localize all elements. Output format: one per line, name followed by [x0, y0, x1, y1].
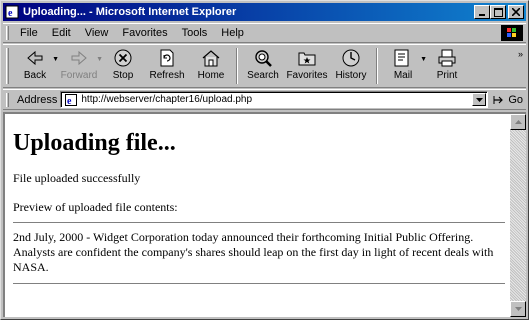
address-url: http://webserver/chapter16/upload.php — [81, 94, 253, 105]
go-label: Go — [508, 93, 524, 106]
menu-tools[interactable]: Tools — [175, 27, 215, 39]
print-button[interactable]: Print — [425, 45, 469, 87]
menu-edit[interactable]: Edit — [45, 27, 78, 39]
menu-file[interactable]: File — [13, 27, 45, 39]
close-button[interactable] — [508, 5, 524, 19]
upload-status: File uploaded successfully — [13, 171, 141, 185]
menu-bar: File Edit View Favorites Tools Help — [3, 23, 526, 43]
favorites-button[interactable]: Favorites — [285, 45, 329, 87]
maximize-icon — [493, 7, 503, 17]
minimize-icon — [479, 14, 485, 16]
address-input[interactable]: e http://webserver/chapter16/upload.php — [60, 91, 489, 108]
refresh-icon — [160, 49, 174, 67]
window-title: Uploading... - Microsoft Internet Explor… — [23, 6, 237, 18]
mail-label: Mail — [393, 70, 413, 81]
forward-label: Forward — [60, 70, 98, 81]
search-button[interactable]: Search — [241, 45, 285, 87]
address-dropdown-button[interactable] — [472, 93, 487, 106]
menu-favorites[interactable]: Favorites — [115, 27, 174, 39]
toolbar-separator — [236, 48, 238, 84]
scroll-track[interactable] — [510, 130, 526, 301]
favorites-label: Favorites — [286, 70, 328, 81]
home-label: Home — [197, 70, 225, 81]
ie-page-icon: e — [5, 5, 19, 19]
standard-toolbar: Back ▼ Forward ▼ Stop Refresh Home Searc… — [3, 44, 526, 88]
home-button[interactable]: Home — [189, 45, 233, 87]
page-heading: Uploading file... — [13, 130, 176, 156]
mail-button[interactable]: Mail ▼ — [381, 45, 427, 87]
vertical-scrollbar[interactable] — [510, 112, 526, 317]
toolbar-separator — [376, 48, 378, 84]
divider-top — [13, 222, 505, 224]
svg-text:e: e — [67, 96, 72, 107]
close-icon — [512, 8, 520, 16]
maximize-button[interactable] — [490, 5, 506, 19]
preview-label: Preview of uploaded file contents: — [13, 200, 178, 214]
forward-button[interactable]: Forward ▼ — [57, 45, 103, 87]
search-label: Search — [247, 70, 279, 81]
toolbar-more-chevron[interactable]: » — [518, 49, 523, 59]
menu-help[interactable]: Help — [214, 27, 251, 39]
stop-icon — [114, 49, 132, 67]
windows-logo-icon — [501, 25, 523, 41]
address-label: Address — [17, 93, 58, 106]
print-icon — [438, 49, 456, 67]
mail-icon — [394, 49, 409, 67]
scroll-up-button[interactable] — [510, 114, 526, 130]
chevron-down-icon — [475, 97, 483, 102]
go-button[interactable]: Go — [492, 94, 523, 106]
page-content[interactable]: Uploading file... File uploaded successf… — [3, 112, 513, 317]
scroll-down-button[interactable] — [510, 301, 526, 317]
back-label: Back — [23, 70, 47, 81]
refresh-button[interactable]: Refresh — [145, 45, 189, 87]
scroll-up-icon — [514, 120, 522, 124]
favorites-icon — [298, 52, 316, 66]
refresh-label: Refresh — [149, 70, 185, 81]
history-button[interactable]: History — [329, 45, 373, 87]
toolbar-grip[interactable] — [6, 48, 9, 84]
divider-bottom — [13, 283, 505, 285]
print-label: Print — [436, 70, 458, 81]
menu-grip[interactable] — [6, 26, 9, 40]
back-button[interactable]: Back ▼ — [13, 45, 59, 87]
address-bar: Address e http://webserver/chapter16/upl… — [3, 89, 526, 110]
browser-window: e Uploading... - Microsoft Internet Expl… — [0, 0, 529, 320]
history-label: History — [335, 70, 367, 81]
stop-button[interactable]: Stop — [101, 45, 145, 87]
window-controls — [474, 5, 524, 19]
menu-view[interactable]: View — [78, 27, 116, 39]
stop-label: Stop — [112, 70, 134, 81]
address-grip[interactable] — [6, 92, 9, 107]
back-arrow-icon — [27, 50, 43, 66]
history-icon — [342, 49, 360, 67]
title-bar[interactable]: e Uploading... - Microsoft Internet Expl… — [3, 3, 526, 21]
search-icon — [255, 50, 272, 67]
go-arrow-icon — [493, 95, 504, 104]
svg-text:e: e — [8, 8, 13, 19]
file-contents: 2nd July, 2000 - Widget Corporation toda… — [13, 230, 494, 274]
forward-arrow-icon — [71, 50, 87, 66]
page-icon: e — [65, 93, 78, 107]
minimize-button[interactable] — [474, 5, 490, 19]
home-icon — [202, 50, 220, 67]
scroll-down-icon — [514, 307, 522, 311]
